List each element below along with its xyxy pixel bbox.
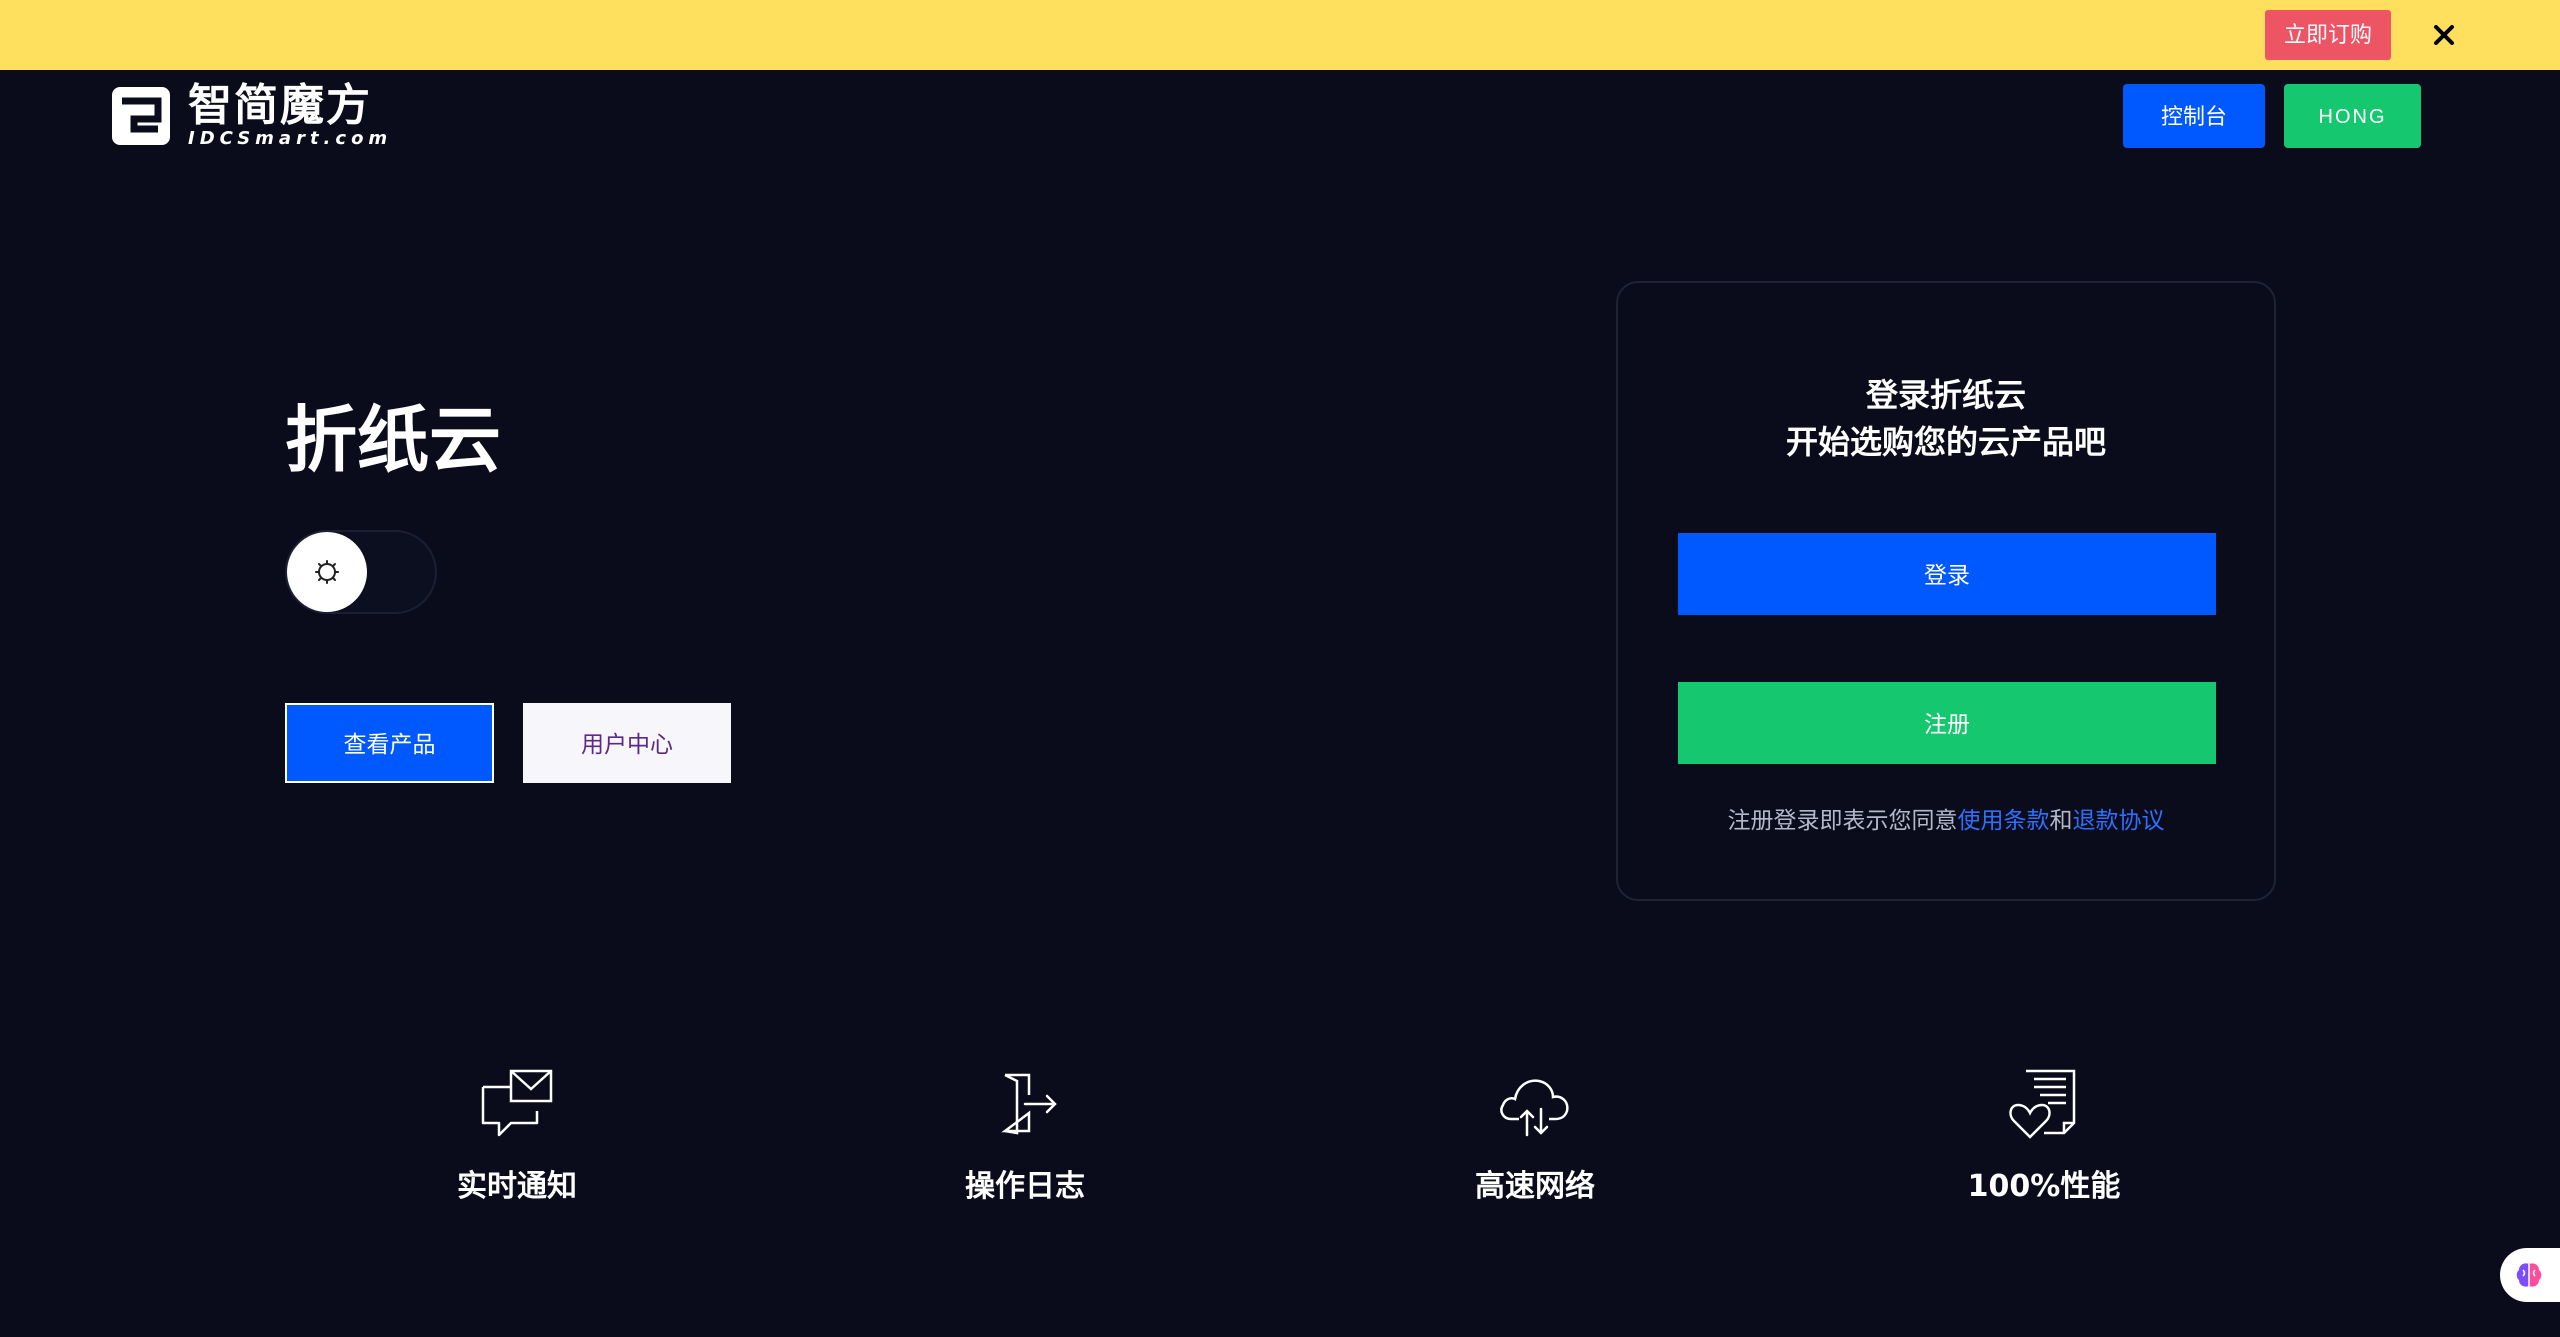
agreement-text: 注册登录即表示您同意使用条款和退款协议 (1618, 803, 2274, 839)
logo-mark-icon (112, 87, 170, 145)
hero-title: 折纸云 (285, 398, 502, 482)
logo-text-cn: 智简魔方 (188, 80, 372, 131)
feature-realtime-notification: 实时通知 (387, 1065, 647, 1235)
promo-banner: 立即订购 (0, 0, 2560, 70)
assistant-button[interactable] (2500, 1248, 2560, 1302)
feature-label: 100%性能 (1967, 1169, 2121, 1204)
feature-label: 实时通知 (457, 1169, 577, 1204)
view-products-button[interactable]: 查看产品 (285, 703, 494, 783)
logo-text-en: IDCSmart.com (188, 128, 393, 149)
feature-label: 操作日志 (965, 1169, 1085, 1204)
login-button[interactable]: 登录 (1678, 533, 2216, 615)
user-account-button[interactable]: HONG (2284, 84, 2421, 148)
login-card-subtitle: 开始选购您的云产品吧 (1785, 423, 2106, 461)
notification-icon (481, 1069, 553, 1137)
feature-performance: 100%性能 (1914, 1065, 2174, 1235)
feature-operation-log: 操作日志 (895, 1065, 1155, 1235)
terms-of-use-link[interactable]: 使用条款 (1958, 808, 2050, 834)
cloud-transfer-icon (1500, 1079, 1569, 1137)
document-heart-icon (2009, 1069, 2076, 1139)
feature-high-speed-network: 高速网络 (1405, 1065, 1665, 1235)
user-center-button[interactable]: 用户中心 (523, 703, 731, 783)
toggle-knob (287, 532, 367, 612)
logo[interactable]: 智简魔方 IDCSmart.com (110, 80, 400, 152)
login-card: 登录折纸云 开始选购您的云产品吧 登录 注册 注册登录即表示您同意使用条款和退款… (1616, 281, 2276, 901)
register-button[interactable]: 注册 (1678, 682, 2216, 764)
feature-label: 高速网络 (1475, 1169, 1595, 1204)
close-icon[interactable] (2424, 15, 2464, 55)
brain-icon (2516, 1263, 2542, 1287)
theme-toggle-icon (315, 560, 339, 584)
console-button[interactable]: 控制台 (2123, 84, 2265, 148)
logout-icon (1001, 1073, 1057, 1135)
refund-policy-link[interactable]: 退款协议 (2073, 808, 2165, 834)
agreement-prefix: 注册登录即表示您同意 (1727, 808, 1958, 834)
theme-toggle[interactable] (285, 530, 437, 614)
order-now-button[interactable]: 立即订购 (2265, 10, 2391, 60)
agreement-and: 和 (2049, 808, 2073, 834)
login-card-title: 登录折纸云 (1865, 376, 2026, 414)
